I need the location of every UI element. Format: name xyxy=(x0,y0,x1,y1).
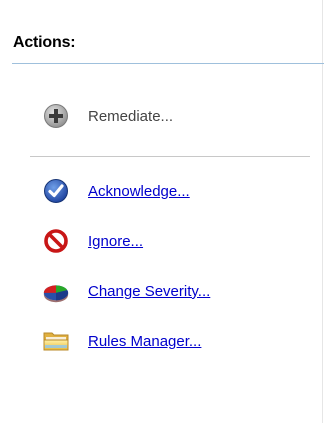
plus-circle-icon xyxy=(42,102,70,130)
check-circle-icon xyxy=(42,177,70,205)
severity-pie-icon xyxy=(42,277,70,305)
change-severity-action[interactable]: Change Severity... xyxy=(42,276,210,306)
rules-manager-action[interactable]: Rules Manager... xyxy=(42,326,201,356)
actions-separator xyxy=(30,156,310,157)
rules-manager-link[interactable]: Rules Manager... xyxy=(88,333,201,350)
ignore-action[interactable]: Ignore... xyxy=(42,226,143,256)
acknowledge-link[interactable]: Acknowledge... xyxy=(88,183,190,200)
ignore-link[interactable]: Ignore... xyxy=(88,233,143,250)
prohibited-icon xyxy=(42,227,70,255)
actions-panel: Actions: Remediate... Acknowledge... Ign… xyxy=(0,0,324,423)
actions-header: Actions: xyxy=(13,34,76,51)
change-severity-link[interactable]: Change Severity... xyxy=(88,283,210,300)
remediate-label: Remediate... xyxy=(88,107,174,125)
remediate-action: Remediate... xyxy=(42,101,173,131)
folder-icon xyxy=(42,327,70,355)
acknowledge-action[interactable]: Acknowledge... xyxy=(42,176,190,206)
header-divider xyxy=(12,63,324,64)
